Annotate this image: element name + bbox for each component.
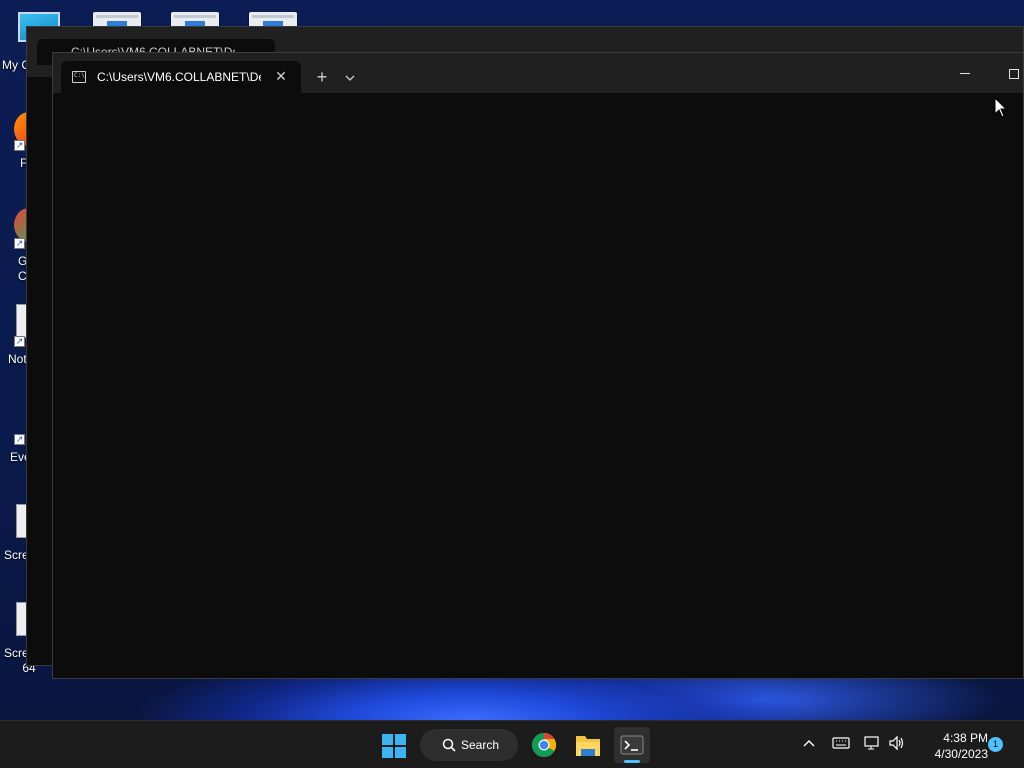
- clock-date: 4/30/2023: [934, 747, 988, 761]
- search-icon: [442, 738, 456, 752]
- start-button[interactable]: [378, 727, 410, 763]
- folder-icon: [576, 736, 600, 756]
- terminal-taskbar-button[interactable]: [614, 727, 650, 763]
- mouse-cursor-icon: [994, 97, 1008, 118]
- cmd-icon: C:\: [72, 71, 86, 83]
- terminal-tab[interactable]: C:\ C:\Users\VM6.COLLABNET\De ✕: [61, 61, 301, 93]
- desktop-icon-label-notepad: Not: [8, 352, 27, 366]
- keyboard-icon[interactable]: [832, 735, 850, 751]
- tab-title: C:\Users\VM6.COLLABNET\De: [97, 70, 261, 84]
- minimize-icon: [960, 73, 970, 74]
- chrome-icon: [531, 733, 557, 758]
- chrome-taskbar-button[interactable]: [528, 727, 560, 763]
- search-button[interactable]: Search: [420, 729, 518, 761]
- taskbar: Search 4:38 PM 4/30/2023: [0, 720, 1024, 768]
- maximize-button[interactable]: [997, 61, 1024, 87]
- shortcut-arrow-icon: ↗: [14, 140, 25, 151]
- tab-close-button[interactable]: ✕: [271, 66, 291, 86]
- file-explorer-button[interactable]: [572, 727, 604, 763]
- minimize-button[interactable]: [949, 61, 983, 87]
- desktop-icon-label-screen: Scre: [4, 548, 29, 562]
- clock[interactable]: 4:38 PM 4/30/2023: [912, 730, 988, 762]
- active-app-indicator: [624, 760, 640, 763]
- shortcut-arrow-icon: ↗: [14, 238, 25, 249]
- terminal-window[interactable]: C:\ C:\Users\VM6.COLLABNET\De ✕ +: [52, 52, 1024, 679]
- terminal-icon: [620, 735, 644, 755]
- title-bar[interactable]: C:\ C:\Users\VM6.COLLABNET\De ✕ +: [53, 53, 1023, 93]
- show-hidden-icons-chevron-up-icon[interactable]: [802, 735, 816, 751]
- terminal-content-area[interactable]: [53, 93, 1023, 678]
- new-tab-button[interactable]: +: [309, 67, 335, 89]
- shortcut-arrow-icon: ↗: [14, 336, 25, 347]
- notification-badge[interactable]: 1: [988, 737, 1003, 752]
- network-icon[interactable]: [863, 735, 881, 751]
- volume-icon[interactable]: [888, 735, 906, 751]
- clock-time: 4:38 PM: [943, 731, 988, 745]
- chevron-down-icon: [345, 75, 355, 81]
- tab-dropdown-button[interactable]: [339, 67, 361, 89]
- windows-logo-icon: [382, 734, 406, 758]
- shortcut-arrow-icon: ↗: [14, 434, 25, 445]
- search-label: Search: [461, 738, 500, 752]
- maximize-icon: [1009, 69, 1019, 79]
